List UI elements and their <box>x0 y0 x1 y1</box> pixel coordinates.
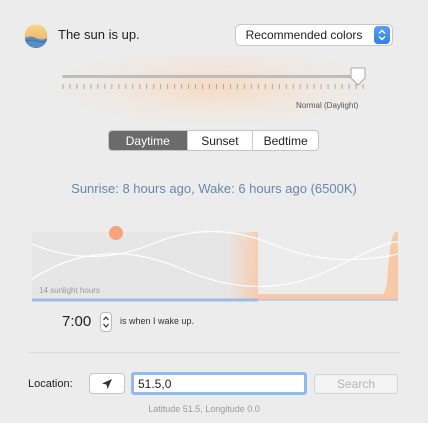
location-arrow-icon <box>102 378 112 389</box>
schedule-tabs: Daytime Sunset Bedtime <box>108 130 319 151</box>
slider-ticks <box>62 84 364 89</box>
night-band <box>258 294 386 300</box>
coordinates-caption: Latitude 51.5, Longitude 0.0 <box>148 404 260 414</box>
color-mode-select[interactable]: Recommended colors <box>235 24 393 46</box>
chevron-updown-icon <box>374 26 390 44</box>
location-input[interactable] <box>131 372 307 395</box>
chevron-up-icon <box>103 316 109 321</box>
tab-bedtime[interactable]: Bedtime <box>253 131 318 150</box>
tab-daytime[interactable]: Daytime <box>109 131 188 150</box>
night-band-glow-left <box>228 232 258 300</box>
color-temperature-slider-thumb[interactable] <box>349 67 367 87</box>
location-label: Location: <box>28 378 73 390</box>
sun-info-line: Sunrise: 8 hours ago, Wake: 6 hours ago … <box>71 181 357 196</box>
divider <box>28 352 400 353</box>
chevron-down-icon <box>103 323 109 328</box>
wake-caption: is when I wake up. <box>120 316 195 326</box>
tab-sunset[interactable]: Sunset <box>188 131 254 150</box>
locate-button[interactable] <box>89 373 125 394</box>
color-mode-label: Recommended colors <box>245 28 363 42</box>
slider-caption: Normal (Daylight) <box>296 101 359 110</box>
sunlight-hours-label: 14 sunlight hours <box>39 286 100 295</box>
status-text: The sun is up. <box>58 27 140 42</box>
wake-time-value[interactable]: 7:00 <box>62 313 91 330</box>
search-button[interactable]: Search <box>314 374 398 394</box>
sun-position-marker <box>109 226 123 240</box>
sun-over-water-icon <box>24 24 48 48</box>
color-temperature-slider-track[interactable] <box>62 75 364 78</box>
wake-time-stepper[interactable] <box>100 312 112 332</box>
